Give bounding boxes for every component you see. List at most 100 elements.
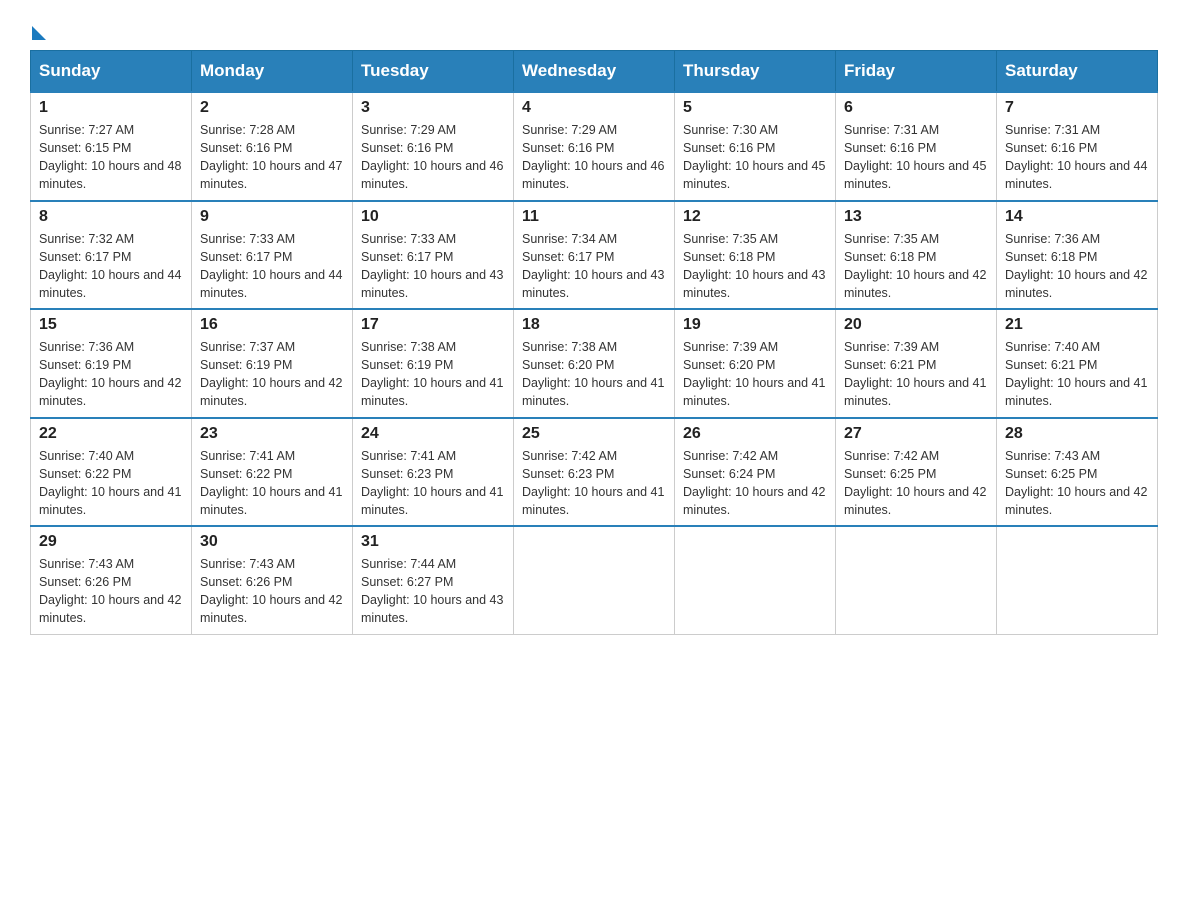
day-cell-18: 18Sunrise: 7:38 AMSunset: 6:20 PMDayligh…	[514, 309, 675, 418]
day-number: 29	[39, 533, 183, 551]
day-info: Sunrise: 7:40 AMSunset: 6:22 PMDaylight:…	[39, 447, 183, 520]
day-cell-16: 16 Sunrise: 7:37 AMSunset: 6:19 PMDayligh…	[192, 309, 353, 418]
day-cell-29: 29 Sunrise: 7:43 AMSunset: 6:26 PMDayligh…	[31, 526, 192, 634]
day-info: Sunrise: 7:43 AMSunset: 6:25 PMDaylight:…	[1005, 447, 1149, 520]
day-number: 16	[200, 316, 344, 334]
day-info: Sunrise: 7:42 AMSunset: 6:24 PMDaylight:…	[683, 447, 827, 520]
day-cell-23: 23 Sunrise: 7:41 AMSunset: 6:22 PMDayligh…	[192, 418, 353, 527]
day-info: Sunrise: 7:35 AMSunset: 6:18 PMDaylight:…	[844, 230, 988, 303]
calendar-table: SundayMondayTuesdayWednesdayThursdayFrid…	[30, 50, 1158, 635]
week-row-4: 22 Sunrise: 7:40 AMSunset: 6:22 PMDayligh…	[31, 418, 1158, 527]
day-number: 17	[361, 316, 505, 334]
day-info: Sunrise: 7:37 AMSunset: 6:19 PMDaylight:…	[200, 338, 344, 411]
day-cell-12: 12Sunrise: 7:35 AMSunset: 6:18 PMDayligh…	[675, 201, 836, 310]
day-info: Sunrise: 7:32 AMSunset: 6:17 PMDaylight:…	[39, 230, 183, 303]
day-number: 9	[200, 208, 344, 226]
day-number: 1	[39, 99, 183, 117]
day-info: Sunrise: 7:29 AMSunset: 6:16 PMDaylight:…	[361, 121, 505, 194]
day-cell-6: 6 Sunrise: 7:31 AMSunset: 6:16 PMDaylight…	[836, 92, 997, 201]
day-info: Sunrise: 7:41 AMSunset: 6:23 PMDaylight:…	[361, 447, 505, 520]
day-number: 18	[522, 316, 666, 334]
empty-cell	[675, 526, 836, 634]
day-cell-1: 1 Sunrise: 7:27 AMSunset: 6:15 PMDaylight…	[31, 92, 192, 201]
week-row-3: 15 Sunrise: 7:36 AMSunset: 6:19 PMDayligh…	[31, 309, 1158, 418]
day-cell-14: 14 Sunrise: 7:36 AMSunset: 6:18 PMDayligh…	[997, 201, 1158, 310]
day-cell-28: 28 Sunrise: 7:43 AMSunset: 6:25 PMDayligh…	[997, 418, 1158, 527]
day-info: Sunrise: 7:43 AMSunset: 6:26 PMDaylight:…	[39, 555, 183, 628]
day-cell-15: 15 Sunrise: 7:36 AMSunset: 6:19 PMDayligh…	[31, 309, 192, 418]
empty-cell	[514, 526, 675, 634]
day-cell-25: 25 Sunrise: 7:42 AMSunset: 6:23 PMDayligh…	[514, 418, 675, 527]
day-info: Sunrise: 7:27 AMSunset: 6:15 PMDaylight:…	[39, 121, 183, 194]
empty-cell	[997, 526, 1158, 634]
day-number: 19	[683, 316, 827, 334]
day-number: 7	[1005, 99, 1149, 117]
day-cell-2: 2 Sunrise: 7:28 AMSunset: 6:16 PMDaylight…	[192, 92, 353, 201]
header-thursday: Thursday	[675, 51, 836, 93]
day-info: Sunrise: 7:28 AMSunset: 6:16 PMDaylight:…	[200, 121, 344, 194]
day-info: Sunrise: 7:42 AMSunset: 6:25 PMDaylight:…	[844, 447, 988, 520]
day-cell-31: 31Sunrise: 7:44 AMSunset: 6:27 PMDayligh…	[353, 526, 514, 634]
day-number: 14	[1005, 208, 1149, 226]
day-number: 2	[200, 99, 344, 117]
day-number: 11	[522, 208, 666, 226]
day-info: Sunrise: 7:31 AMSunset: 6:16 PMDaylight:…	[1005, 121, 1149, 194]
day-number: 4	[522, 99, 666, 117]
day-info: Sunrise: 7:39 AMSunset: 6:20 PMDaylight:…	[683, 338, 827, 411]
day-number: 15	[39, 316, 183, 334]
day-number: 20	[844, 316, 988, 334]
day-number: 5	[683, 99, 827, 117]
day-cell-10: 10Sunrise: 7:33 AMSunset: 6:17 PMDayligh…	[353, 201, 514, 310]
calendar-body: 1 Sunrise: 7:27 AMSunset: 6:15 PMDaylight…	[31, 92, 1158, 634]
empty-cell	[836, 526, 997, 634]
day-number: 26	[683, 425, 827, 443]
day-cell-21: 21Sunrise: 7:40 AMSunset: 6:21 PMDayligh…	[997, 309, 1158, 418]
day-info: Sunrise: 7:29 AMSunset: 6:16 PMDaylight:…	[522, 121, 666, 194]
day-number: 27	[844, 425, 988, 443]
header-wednesday: Wednesday	[514, 51, 675, 93]
day-info: Sunrise: 7:41 AMSunset: 6:22 PMDaylight:…	[200, 447, 344, 520]
day-number: 13	[844, 208, 988, 226]
day-cell-13: 13 Sunrise: 7:35 AMSunset: 6:18 PMDayligh…	[836, 201, 997, 310]
day-info: Sunrise: 7:42 AMSunset: 6:23 PMDaylight:…	[522, 447, 666, 520]
header-sunday: Sunday	[31, 51, 192, 93]
week-row-1: 1 Sunrise: 7:27 AMSunset: 6:15 PMDaylight…	[31, 92, 1158, 201]
header-tuesday: Tuesday	[353, 51, 514, 93]
day-number: 6	[844, 99, 988, 117]
day-info: Sunrise: 7:43 AMSunset: 6:26 PMDaylight:…	[200, 555, 344, 628]
day-number: 30	[200, 533, 344, 551]
day-info: Sunrise: 7:30 AMSunset: 6:16 PMDaylight:…	[683, 121, 827, 194]
day-cell-11: 11Sunrise: 7:34 AMSunset: 6:17 PMDayligh…	[514, 201, 675, 310]
logo	[30, 20, 46, 40]
day-info: Sunrise: 7:31 AMSunset: 6:16 PMDaylight:…	[844, 121, 988, 194]
day-info: Sunrise: 7:44 AMSunset: 6:27 PMDaylight:…	[361, 555, 505, 628]
calendar-header: SundayMondayTuesdayWednesdayThursdayFrid…	[31, 51, 1158, 93]
day-cell-17: 17 Sunrise: 7:38 AMSunset: 6:19 PMDayligh…	[353, 309, 514, 418]
header-saturday: Saturday	[997, 51, 1158, 93]
day-cell-4: 4 Sunrise: 7:29 AMSunset: 6:16 PMDaylight…	[514, 92, 675, 201]
day-cell-30: 30 Sunrise: 7:43 AMSunset: 6:26 PMDayligh…	[192, 526, 353, 634]
day-number: 25	[522, 425, 666, 443]
logo-triangle-icon	[32, 26, 46, 40]
day-number: 23	[200, 425, 344, 443]
day-number: 12	[683, 208, 827, 226]
day-cell-8: 8Sunrise: 7:32 AMSunset: 6:17 PMDaylight…	[31, 201, 192, 310]
day-cell-22: 22 Sunrise: 7:40 AMSunset: 6:22 PMDayligh…	[31, 418, 192, 527]
day-info: Sunrise: 7:36 AMSunset: 6:19 PMDaylight:…	[39, 338, 183, 411]
day-number: 24	[361, 425, 505, 443]
day-number: 10	[361, 208, 505, 226]
day-number: 3	[361, 99, 505, 117]
day-number: 28	[1005, 425, 1149, 443]
week-row-2: 8Sunrise: 7:32 AMSunset: 6:17 PMDaylight…	[31, 201, 1158, 310]
day-cell-24: 24 Sunrise: 7:41 AMSunset: 6:23 PMDayligh…	[353, 418, 514, 527]
day-info: Sunrise: 7:40 AMSunset: 6:21 PMDaylight:…	[1005, 338, 1149, 411]
page-header	[30, 20, 1158, 40]
week-row-5: 29 Sunrise: 7:43 AMSunset: 6:26 PMDayligh…	[31, 526, 1158, 634]
day-info: Sunrise: 7:36 AMSunset: 6:18 PMDaylight:…	[1005, 230, 1149, 303]
day-cell-19: 19 Sunrise: 7:39 AMSunset: 6:20 PMDayligh…	[675, 309, 836, 418]
day-number: 22	[39, 425, 183, 443]
day-info: Sunrise: 7:38 AMSunset: 6:19 PMDaylight:…	[361, 338, 505, 411]
header-monday: Monday	[192, 51, 353, 93]
day-cell-26: 26 Sunrise: 7:42 AMSunset: 6:24 PMDayligh…	[675, 418, 836, 527]
day-cell-20: 20Sunrise: 7:39 AMSunset: 6:21 PMDayligh…	[836, 309, 997, 418]
